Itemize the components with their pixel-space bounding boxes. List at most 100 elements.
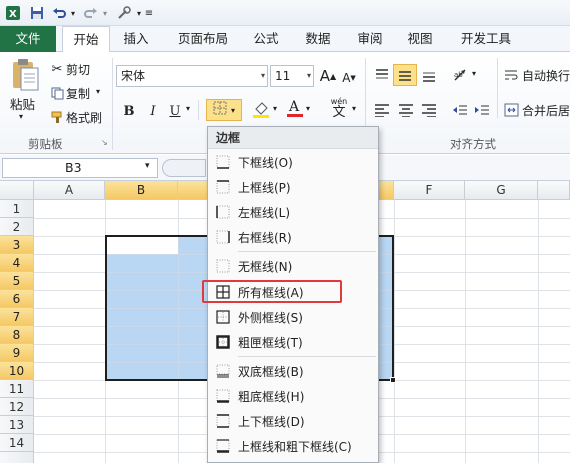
align-bottom-button[interactable] bbox=[419, 64, 439, 86]
tab-file[interactable]: 文件 bbox=[0, 26, 56, 52]
orientation-button[interactable]: ab bbox=[450, 64, 474, 86]
menu-item-thick-box-border[interactable]: 粗匣框线(T) bbox=[208, 331, 378, 353]
menu-item-thick-bottom-border[interactable]: 粗底框线(H) bbox=[208, 385, 378, 407]
tab-formulas[interactable]: 公式 bbox=[246, 26, 286, 52]
menu-item-double-bottom-border[interactable]: 双底框线(B) bbox=[208, 360, 378, 382]
row-header[interactable]: 14 bbox=[0, 434, 34, 452]
increase-indent-button[interactable] bbox=[472, 99, 492, 121]
tools-dropdown-icon[interactable]: ▾ bbox=[134, 4, 144, 22]
wrap-text-icon[interactable] bbox=[502, 64, 520, 86]
border-button[interactable]: ▾ bbox=[206, 99, 242, 121]
row-header[interactable]: 10 bbox=[0, 362, 34, 380]
row-header[interactable]: 6 bbox=[0, 290, 34, 308]
clipboard-dialog-launcher-icon[interactable]: ↘ bbox=[101, 138, 108, 147]
font-color-button[interactable]: A bbox=[285, 97, 305, 119]
row-header[interactable]: 11 bbox=[0, 380, 34, 398]
name-box-dropdown-icon[interactable]: ▾ bbox=[145, 161, 150, 171]
menu-item-no-border[interactable]: 无框线(N) bbox=[208, 255, 378, 277]
fill-handle[interactable] bbox=[390, 377, 396, 383]
merge-center-icon[interactable] bbox=[502, 99, 520, 121]
align-right-button[interactable] bbox=[419, 99, 439, 121]
phonetic-dropdown-icon[interactable]: ▾ bbox=[352, 104, 356, 113]
tab-view[interactable]: 视图 bbox=[400, 26, 440, 52]
tab-developer[interactable]: 开发工具 bbox=[455, 26, 517, 52]
copy-button[interactable]: 复制 bbox=[66, 85, 90, 102]
redo-icon[interactable] bbox=[82, 4, 100, 22]
tab-page-layout[interactable]: 页面布局 bbox=[170, 26, 236, 52]
row-header[interactable]: 1 bbox=[0, 200, 34, 218]
tab-data[interactable]: 数据 bbox=[298, 26, 338, 52]
orientation-dropdown-icon[interactable]: ▾ bbox=[472, 69, 476, 78]
column-header-a[interactable]: A bbox=[34, 181, 105, 200]
italic-button[interactable]: I bbox=[144, 100, 162, 122]
undo-icon[interactable] bbox=[50, 4, 68, 22]
wrap-text-button[interactable]: 自动换行 bbox=[522, 67, 570, 84]
menu-item-bottom-border[interactable]: 下框线(O) bbox=[208, 151, 378, 173]
align-top-button[interactable] bbox=[372, 64, 392, 86]
font-name-select[interactable]: 宋体 ▾ bbox=[116, 65, 268, 87]
row-header[interactable]: 5 bbox=[0, 272, 34, 290]
menu-item-right-border[interactable]: 右框线(R) bbox=[208, 226, 378, 248]
undo-dropdown-icon[interactable]: ▾ bbox=[68, 4, 78, 22]
menu-item-top-border[interactable]: 上框线(P) bbox=[208, 176, 378, 198]
row-header[interactable]: 12 bbox=[0, 398, 34, 416]
align-center-button[interactable] bbox=[396, 99, 416, 121]
tab-insert[interactable]: 插入 bbox=[116, 26, 156, 52]
align-left-button[interactable] bbox=[372, 99, 392, 121]
row-header[interactable]: 13 bbox=[0, 416, 34, 434]
column-header-g[interactable]: G bbox=[465, 181, 538, 200]
menu-item-left-border[interactable]: 左框线(L) bbox=[208, 201, 378, 223]
menu-item-top-bottom-border[interactable]: 上下框线(D) bbox=[208, 410, 378, 432]
row-header[interactable] bbox=[0, 452, 34, 463]
fill-color-button[interactable] bbox=[250, 98, 272, 120]
copy-dropdown-icon[interactable]: ▾ bbox=[96, 87, 100, 96]
column-header-h[interactable] bbox=[538, 181, 570, 200]
row-header[interactable]: 9 bbox=[0, 344, 34, 362]
paste-button[interactable]: 粘贴 bbox=[10, 94, 35, 113]
menu-item-label: 粗底框线(H) bbox=[238, 389, 305, 404]
column-header-f[interactable]: F bbox=[394, 181, 465, 200]
font-color-dropdown-icon[interactable]: ▾ bbox=[306, 104, 310, 113]
shrink-font-button[interactable]: A ▼ bbox=[340, 67, 358, 89]
copy-icon[interactable] bbox=[50, 82, 64, 104]
cut-icon[interactable]: ✂ bbox=[50, 58, 64, 80]
cut-button[interactable]: 剪切 bbox=[66, 61, 90, 78]
formula-bar-resize-handle[interactable] bbox=[162, 159, 206, 177]
phonetic-guide-button[interactable]: wén 文 bbox=[326, 96, 352, 119]
row-header[interactable]: 3 bbox=[0, 236, 34, 254]
format-painter-icon[interactable] bbox=[50, 106, 64, 128]
underline-dropdown-icon[interactable]: ▾ bbox=[186, 104, 190, 113]
select-all-corner[interactable] bbox=[0, 181, 34, 200]
bold-button[interactable]: B bbox=[120, 100, 138, 122]
menu-item-outside-borders[interactable]: 外侧框线(S) bbox=[208, 306, 378, 328]
row-header[interactable]: 7 bbox=[0, 308, 34, 326]
row-header[interactable]: 4 bbox=[0, 254, 34, 272]
column-header-b[interactable]: B bbox=[105, 181, 178, 200]
redo-dropdown-icon[interactable]: ▾ bbox=[100, 4, 110, 22]
font-size-select[interactable]: 11 ▾ bbox=[270, 65, 314, 87]
row-header[interactable]: 2 bbox=[0, 218, 34, 236]
name-box[interactable]: B3 bbox=[2, 158, 158, 178]
merge-center-button[interactable]: 合并后居 bbox=[522, 102, 570, 119]
save-icon[interactable] bbox=[28, 4, 46, 22]
decrease-indent-icon bbox=[453, 105, 467, 115]
align-middle-button[interactable] bbox=[393, 64, 417, 86]
underline-button[interactable]: U bbox=[166, 100, 184, 122]
fill-color-dropdown-icon[interactable]: ▾ bbox=[273, 104, 277, 113]
tab-review[interactable]: 审阅 bbox=[350, 26, 390, 52]
border-dropdown-icon[interactable]: ▾ bbox=[231, 106, 235, 115]
paste-icon[interactable] bbox=[10, 58, 40, 92]
row-header[interactable]: 8 bbox=[0, 326, 34, 344]
menu-item-label: 右框线(R) bbox=[238, 230, 292, 245]
tab-home[interactable]: 开始 bbox=[62, 26, 110, 53]
decrease-indent-button[interactable] bbox=[450, 99, 470, 121]
format-painter-button[interactable]: 格式刷 bbox=[66, 109, 102, 126]
customize-qat-icon[interactable]: ≡ bbox=[144, 4, 154, 22]
paste-dropdown-icon[interactable]: ▾ bbox=[19, 112, 23, 121]
grow-font-button[interactable]: A ▲ bbox=[318, 65, 338, 87]
font-name-dropdown-icon[interactable]: ▾ bbox=[261, 66, 265, 86]
menu-item-top-thick-bottom-border[interactable]: 上框线和粗下框线(C) bbox=[208, 435, 378, 457]
active-cell-b3[interactable] bbox=[107, 237, 178, 254]
font-size-dropdown-icon[interactable]: ▾ bbox=[307, 66, 311, 86]
tools-icon[interactable] bbox=[114, 4, 134, 22]
